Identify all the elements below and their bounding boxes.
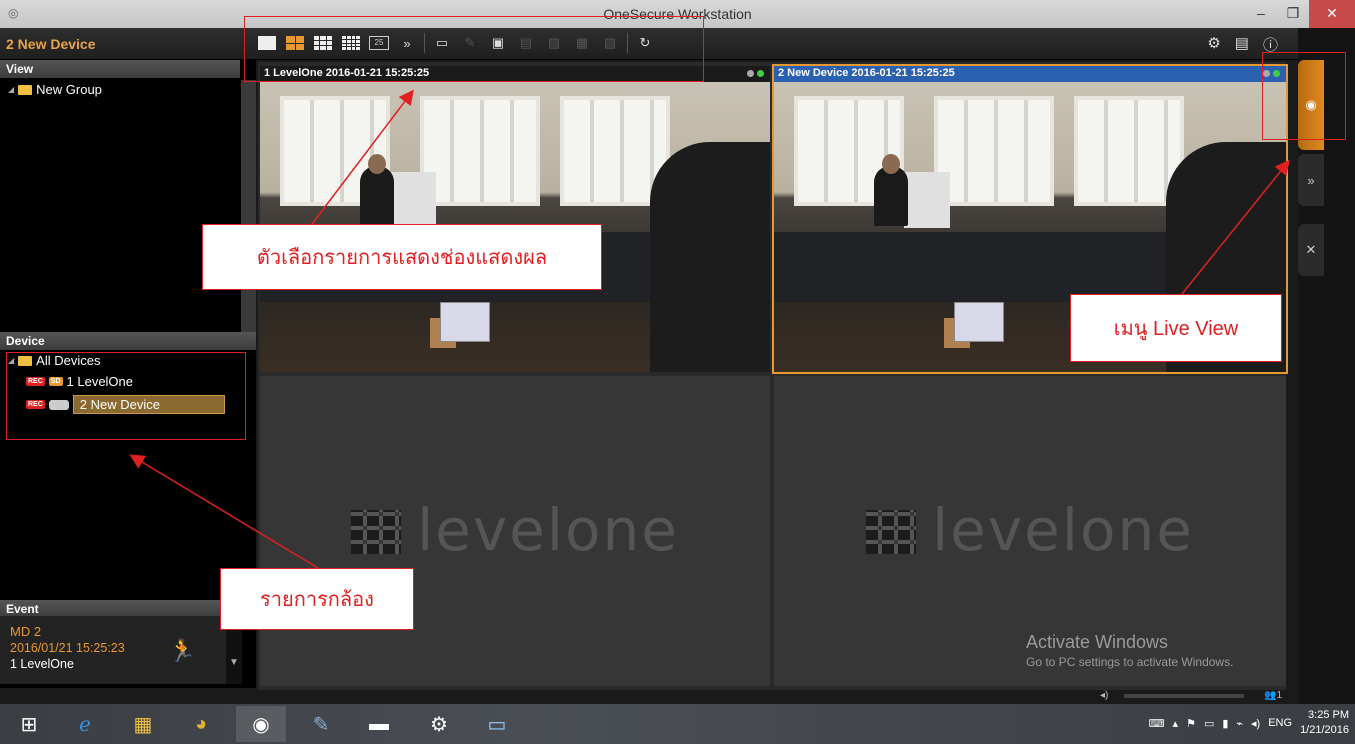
status-dots-icon xyxy=(747,70,764,77)
chrome-icon: ◕ xyxy=(194,712,208,735)
taskbar-explorer[interactable]: ▦ xyxy=(118,706,168,742)
system-tray: ⌨ ▴ ⚑ ▭ ▮ ⌁ ◂) ENG 3:25 PM 1/21/2016 xyxy=(1149,708,1349,738)
activate-windows-watermark: Activate Windows Go to PC settings to ac… xyxy=(1026,632,1233,669)
bottom-status-bar: ◂) 👥1 xyxy=(1100,690,1286,702)
settings-icon: ⚙ xyxy=(430,713,448,736)
event-type: MD 2 xyxy=(10,624,42,639)
users-icon: 👥 xyxy=(1263,690,1277,701)
view-group-label: New Group xyxy=(36,82,102,97)
clock-date: 1/21/2016 xyxy=(1300,724,1349,736)
levelone-logo-mark-icon xyxy=(351,510,402,554)
tile-header: 2 New Device 2016-01-21 15:25:25 xyxy=(774,66,1286,82)
file-explorer-icon: ▦ xyxy=(133,713,153,736)
tools-icon: ✕ xyxy=(1305,242,1317,257)
watermark-line2: Go to PC settings to activate Windows. xyxy=(1026,655,1234,669)
network-icon[interactable]: ▮ xyxy=(1222,717,1228,730)
show-hidden-icon[interactable]: ▴ xyxy=(1173,717,1179,730)
taskbar-onesecure[interactable]: ◉ xyxy=(236,706,286,742)
language-indicator[interactable]: ENG xyxy=(1268,717,1292,729)
annotation-live-view-box xyxy=(1262,52,1346,140)
internet-explorer-icon: ℯ xyxy=(79,713,91,736)
flag-icon[interactable]: ⚑ xyxy=(1186,717,1196,730)
annotation-camera-list-callout: รายการกล้อง xyxy=(220,568,414,630)
keyboard-icon[interactable]: ⌨ xyxy=(1149,717,1165,730)
paint-icon: ✎ xyxy=(312,713,330,736)
taskbar-ie[interactable]: ℯ xyxy=(60,706,110,742)
document-icon[interactable]: ▤ xyxy=(1235,34,1249,55)
window-controls: – ❐ ✕ xyxy=(1245,0,1355,28)
levelone-logo: levelone xyxy=(260,496,770,564)
start-button[interactable]: ⊞ xyxy=(4,706,54,742)
fast-forward-icon: » xyxy=(1307,172,1315,188)
windows-logo-icon: ⊞ xyxy=(20,713,38,736)
users-count: 👥1 xyxy=(1263,690,1282,701)
taskbar-cmd[interactable]: ▬ xyxy=(354,706,404,742)
view-scrollbar[interactable] xyxy=(241,80,256,350)
minimize-button[interactable]: – xyxy=(1245,0,1277,28)
clock-time: 3:25 PM xyxy=(1308,709,1349,721)
logo-text: levelone xyxy=(932,496,1194,564)
volume-icon[interactable]: ◂) xyxy=(1100,690,1108,701)
annotation-device-list-box xyxy=(6,352,246,440)
video-tile-3[interactable]: levelone xyxy=(260,376,770,686)
annotation-layout-callout: ตัวเลือกรายการแสดงช่องแสดงผล xyxy=(202,224,602,290)
command-prompt-icon: ▬ xyxy=(369,712,389,735)
levelone-logo-mark-icon xyxy=(866,510,917,554)
current-device-title: 2 New Device xyxy=(6,36,96,52)
motion-person-icon: 🏃 xyxy=(168,638,196,663)
clock[interactable]: 3:25 PM 1/21/2016 xyxy=(1300,708,1349,738)
levelone-logo: levelone xyxy=(774,496,1286,564)
view-panel-header: View xyxy=(0,60,240,78)
annotation-toolbar-box xyxy=(244,16,704,82)
speaker-icon[interactable]: ◂) xyxy=(1251,717,1260,730)
eye-icon: ◉ xyxy=(252,713,270,736)
view-group-item[interactable]: ◢ New Group xyxy=(8,82,102,97)
playback-menu-button[interactable]: » xyxy=(1298,154,1324,206)
tile-title: 2 New Device 2016-01-21 15:25:25 xyxy=(778,67,955,79)
scroll-down-icon[interactable]: ▼ xyxy=(226,657,242,668)
taskbar-settings[interactable]: ⚙ xyxy=(414,706,464,742)
video-tile-1[interactable]: 1 LevelOne 2016-01-21 15:25:25 xyxy=(260,66,770,372)
folder-icon xyxy=(18,84,33,95)
restore-button[interactable]: ❐ xyxy=(1277,0,1309,28)
device-panel-header: Device xyxy=(0,332,256,350)
display-icon[interactable]: ▭ xyxy=(1204,717,1214,730)
expand-triangle-icon: ◢ xyxy=(8,85,15,94)
windows-taskbar: ⊞ ℯ ▦ ◕ ◉ ✎ ▬ ⚙ ▭ ⌨ ▴ ⚑ ▭ ▮ ⌁ ◂) ENG 3:2… xyxy=(0,704,1355,744)
logo-text: levelone xyxy=(417,496,679,564)
volume-slider[interactable] xyxy=(1124,694,1244,698)
watermark-line1: Activate Windows xyxy=(1026,632,1169,652)
taskbar-paint[interactable]: ✎ xyxy=(296,706,346,742)
settings-gear-icon[interactable]: ⚙ xyxy=(1207,34,1220,55)
settings-menu-button[interactable]: ✕ xyxy=(1298,224,1324,276)
annotation-live-view-callout: เมนู Live View xyxy=(1070,294,1282,362)
taskbar-remote[interactable]: ▭ xyxy=(472,706,522,742)
event-entry[interactable]: MD 2 2016/01/21 15:25:23 1 LevelOne 🏃 xyxy=(0,616,226,684)
taskbar-chrome[interactable]: ◕ xyxy=(176,706,226,742)
close-button[interactable]: ✕ xyxy=(1309,0,1355,28)
power-icon[interactable]: ⌁ xyxy=(1236,717,1243,730)
remote-desktop-icon: ▭ xyxy=(487,713,507,736)
